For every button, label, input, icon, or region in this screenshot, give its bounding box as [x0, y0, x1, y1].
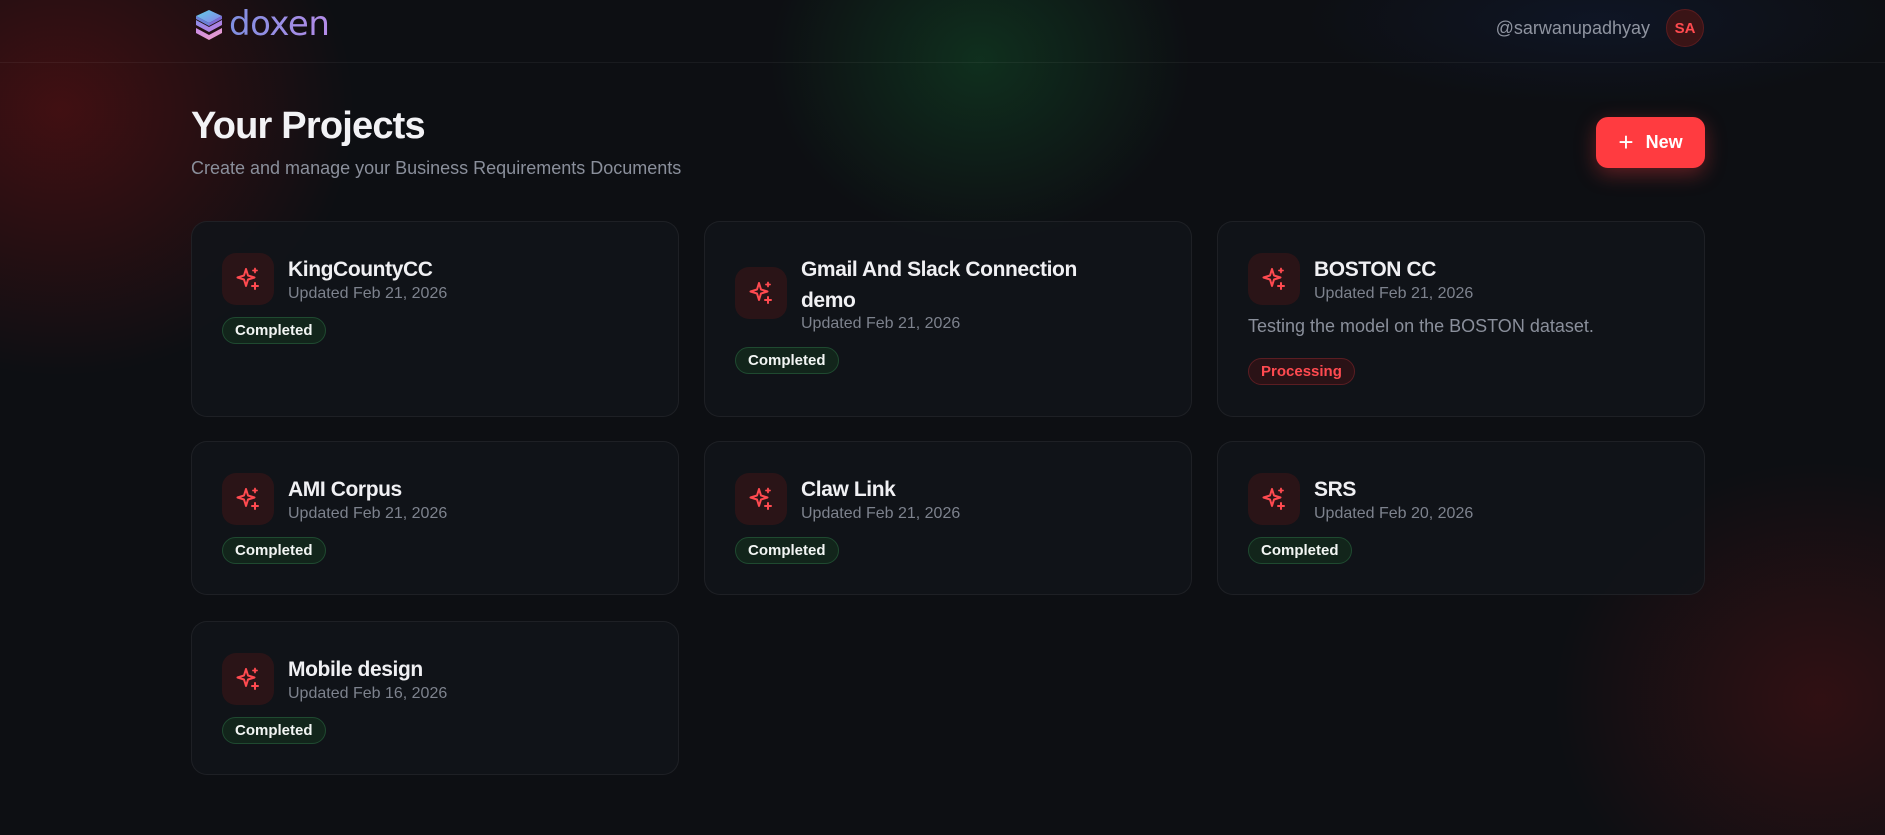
logo-text: doxen	[229, 4, 330, 44]
project-title: SRS	[1314, 478, 1356, 501]
project-icon-tile	[1248, 253, 1300, 305]
sparkles-icon	[749, 281, 772, 304]
new-button-label: New	[1645, 132, 1683, 152]
project-updated: Updated Feb 21, 2026	[288, 505, 448, 522]
user-menu: @sarwanupadhyay SA	[1496, 8, 1704, 48]
project-title: Mobile design	[288, 658, 423, 681]
project-card[interactable]: Mobile design Updated Feb 16, 2026 Compl…	[191, 621, 679, 775]
app-logo[interactable]: doxen	[193, 4, 330, 46]
project-icon-tile	[222, 653, 274, 705]
project-icon-tile	[735, 473, 787, 525]
sparkles-icon	[236, 487, 259, 510]
project-title: AMI Corpus	[288, 478, 402, 501]
project-updated: Updated Feb 21, 2026	[801, 315, 961, 332]
project-card[interactable]: KingCountyCC Updated Feb 21, 2026 Comple…	[191, 221, 679, 417]
sparkles-icon	[1262, 487, 1285, 510]
project-card[interactable]: AMI Corpus Updated Feb 21, 2026 Complete…	[191, 441, 679, 595]
project-title: KingCountyCC	[288, 258, 433, 281]
project-updated: Updated Feb 21, 2026	[1314, 285, 1474, 302]
project-updated: Updated Feb 20, 2026	[1314, 505, 1474, 522]
project-card[interactable]: BOSTON CC Updated Feb 21, 2026 Testing t…	[1217, 221, 1705, 417]
project-updated: Updated Feb 21, 2026	[801, 505, 961, 522]
status-badge: Completed	[222, 317, 326, 344]
username-label: @sarwanupadhyay	[1495, 17, 1650, 38]
project-title: BOSTON CC	[1314, 258, 1437, 281]
project-card[interactable]: Claw Link Updated Feb 21, 2026 Completed	[704, 441, 1192, 595]
status-badge: Completed	[735, 347, 839, 374]
top-bar: doxen @sarwanupadhyay SA	[0, 0, 1885, 63]
sparkles-icon	[749, 487, 772, 510]
project-icon-tile	[735, 267, 787, 319]
plus-icon: +	[1618, 126, 1634, 157]
project-updated: Updated Feb 16, 2026	[288, 685, 448, 702]
project-icon-tile	[222, 473, 274, 525]
project-card[interactable]: SRS Updated Feb 20, 2026 Completed	[1217, 441, 1705, 595]
status-badge: Completed	[222, 537, 326, 564]
sparkles-icon	[236, 667, 259, 690]
page-title: Your Projects	[191, 105, 426, 147]
page-subtitle: Create and manage your Business Requirem…	[191, 158, 682, 178]
status-badge: Completed	[735, 537, 839, 564]
project-title: Claw Link	[801, 478, 896, 501]
avatar[interactable]: SA	[1666, 9, 1704, 47]
project-icon-tile	[1248, 473, 1300, 525]
project-description: Testing the model on the BOSTON dataset.	[1248, 316, 1594, 336]
stacked-layers-icon	[196, 10, 222, 40]
new-project-button[interactable]: + New	[1596, 117, 1705, 168]
status-badge: Processing	[1248, 358, 1355, 385]
project-updated: Updated Feb 21, 2026	[288, 285, 448, 302]
sparkles-icon	[1262, 267, 1285, 290]
status-badge: Completed	[222, 717, 326, 744]
sparkles-icon	[236, 267, 259, 290]
status-badge: Completed	[1248, 537, 1352, 564]
project-card[interactable]: Gmail And Slack Connection demo Updated …	[704, 221, 1192, 417]
project-title: Gmail And Slack Connection demo	[801, 258, 1077, 312]
project-icon-tile	[222, 253, 274, 305]
